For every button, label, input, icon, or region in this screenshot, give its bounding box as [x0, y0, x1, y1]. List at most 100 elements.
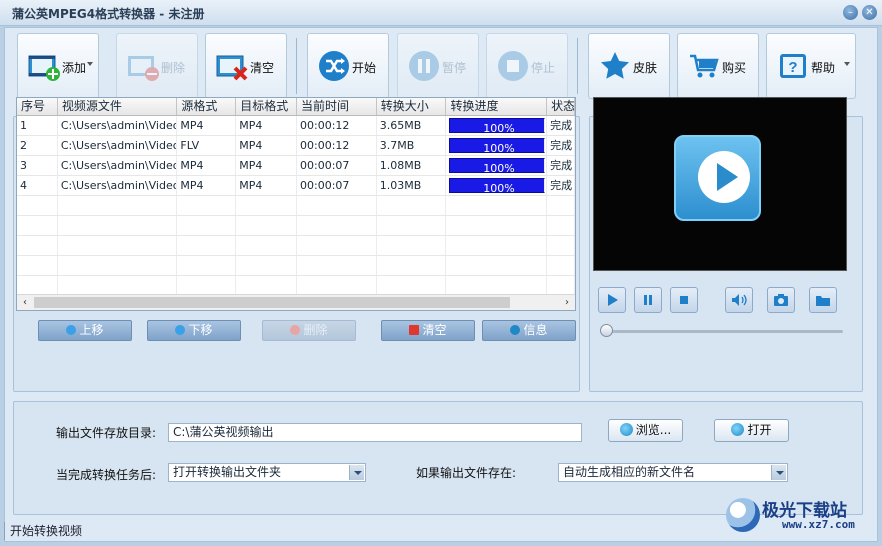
pause-playback-button[interactable]	[634, 287, 662, 313]
table-row[interactable]: 4 C:\Users\admin\Video... MP4 MP4 00:00:07 1.…	[17, 176, 575, 196]
arrow-up-icon	[66, 325, 77, 335]
start-button[interactable]: 开始	[307, 33, 389, 99]
info-button[interactable]: 信息	[482, 320, 576, 341]
video-preview[interactable]	[593, 97, 847, 271]
stop-label: 停止	[531, 61, 556, 75]
watermark-logo-icon	[726, 498, 760, 532]
buy-button[interactable]: 购买	[677, 33, 759, 99]
table-cell: 3.7MB	[377, 136, 447, 155]
shuffle-icon	[319, 51, 349, 81]
column-header[interactable]: 序号	[17, 98, 58, 115]
shopping-cart-icon	[690, 54, 719, 78]
minimize-button[interactable]: –	[843, 5, 858, 20]
scroll-right-icon[interactable]: ›	[559, 295, 575, 310]
table-row[interactable]: 1 C:\Users\admin\Video... MP4 MP4 00:00:12 3.…	[17, 116, 575, 136]
add-button[interactable]: 添加	[17, 33, 99, 99]
clear-button[interactable]: 清空	[205, 33, 287, 99]
play-button[interactable]	[598, 287, 626, 313]
help-label: 帮助	[811, 61, 836, 75]
column-header[interactable]: 当前时间	[297, 98, 377, 115]
scroll-left-icon[interactable]: ‹	[17, 295, 33, 310]
table-cell: MP4	[236, 116, 297, 135]
file-table[interactable]: 序号 视频源文件 源格式 目标格式 当前时间 转换大小 转换进度 状态 1 C:\…	[16, 97, 576, 311]
watermark: 极光下载站 www.xz7.com	[724, 496, 874, 538]
open-label: 打开	[747, 423, 772, 437]
table-cell: 100%	[446, 136, 548, 155]
volume-button[interactable]	[725, 287, 753, 313]
delete-label: 删除	[161, 61, 186, 75]
help-icon: ?	[780, 54, 806, 78]
table-body: 1 C:\Users\admin\Video... MP4 MP4 00:00:12 3.…	[17, 116, 575, 196]
chevron-down-icon	[87, 62, 93, 66]
stop-button[interactable]: 停止	[486, 33, 568, 99]
column-header[interactable]: 转换大小	[377, 98, 447, 115]
delete-button[interactable]: 删除	[116, 33, 198, 99]
list-delete-button[interactable]: 删除	[262, 320, 356, 341]
open-button[interactable]: 打开	[714, 419, 789, 442]
table-cell: 00:00:12	[297, 136, 377, 155]
table-row[interactable]: 3 C:\Users\admin\Video... MP4 MP4 00:00:07 1.…	[17, 156, 575, 176]
open-folder-button[interactable]	[809, 287, 837, 313]
column-header[interactable]: 目标格式	[236, 98, 297, 115]
table-cell: MP4	[236, 176, 297, 195]
list-clear-button[interactable]: 清空	[381, 320, 475, 341]
empty-row	[17, 256, 575, 276]
list-clear-label: 清空	[422, 323, 447, 337]
table-cell: C:\Users\admin\Video...	[58, 136, 178, 155]
title-bar: 蒲公英MPEG4格式转换器 - 未注册 – ✕	[0, 0, 882, 26]
stop-playback-button[interactable]	[670, 287, 698, 313]
column-header[interactable]: 转换进度	[446, 98, 548, 115]
column-header[interactable]: 视频源文件	[58, 98, 178, 115]
output-dir-field[interactable]: C:\蒲公英视频输出	[168, 423, 582, 442]
camera-icon	[768, 288, 794, 312]
pause-label: 暂停	[442, 61, 467, 75]
close-button[interactable]: ✕	[862, 5, 877, 20]
browse-button[interactable]: 浏览...	[608, 419, 683, 442]
after-finish-select[interactable]: 打开转换输出文件夹	[168, 463, 366, 482]
table-cell: 100%	[446, 116, 548, 135]
table-cell: MP4	[236, 136, 297, 155]
pause-button[interactable]: 暂停	[397, 33, 479, 99]
folder-icon	[810, 288, 836, 312]
progress-bar: 100%	[449, 118, 546, 133]
add-label: 添加	[62, 61, 87, 75]
move-up-button[interactable]: 上移	[38, 320, 132, 341]
output-dir-label: 输出文件存放目录:	[56, 426, 157, 440]
table-cell: FLV	[177, 136, 237, 155]
empty-row	[17, 216, 575, 236]
file-exists-select[interactable]: 自动生成相应的新文件名	[558, 463, 788, 482]
column-header[interactable]: 源格式	[177, 98, 237, 115]
table-cell: MP4	[177, 156, 237, 175]
seek-slider-handle[interactable]	[600, 324, 613, 337]
play-icon[interactable]	[674, 135, 761, 221]
browse-label: 浏览...	[635, 423, 672, 437]
open-film-icon	[731, 423, 745, 436]
info-icon	[510, 325, 521, 335]
empty-row	[17, 236, 575, 256]
skin-button[interactable]: 皮肤	[588, 33, 670, 99]
seek-slider[interactable]	[607, 330, 843, 333]
table-row[interactable]: 2 C:\Users\admin\Video... FLV MP4 00:00:12 3.…	[17, 136, 575, 156]
info-label: 信息	[523, 323, 548, 337]
chevron-down-icon	[844, 62, 850, 66]
help-button[interactable]: ? 帮助	[766, 33, 856, 99]
chevron-down-icon[interactable]	[771, 465, 786, 480]
table-cell: 1.03MB	[377, 176, 447, 195]
chevron-down-icon[interactable]	[349, 465, 364, 480]
play-triangle	[698, 151, 750, 203]
move-down-label: 下移	[188, 323, 213, 337]
clear-video-icon	[216, 55, 248, 81]
column-header[interactable]: 状态	[547, 98, 575, 115]
move-down-button[interactable]: 下移	[147, 320, 241, 341]
toolbar-separator	[296, 38, 297, 94]
progress-bar: 100%	[449, 178, 546, 193]
stop-small-icon	[671, 288, 697, 312]
delete-video-icon	[128, 56, 159, 81]
snapshot-button[interactable]	[767, 287, 795, 313]
scrollbar-thumb[interactable]	[34, 297, 510, 308]
horizontal-scrollbar[interactable]: ‹ ›	[17, 294, 575, 310]
progress-bar: 100%	[449, 138, 546, 153]
arrow-down-icon	[175, 325, 186, 335]
table-cell: MP4	[236, 156, 297, 175]
pause-icon	[409, 51, 439, 81]
